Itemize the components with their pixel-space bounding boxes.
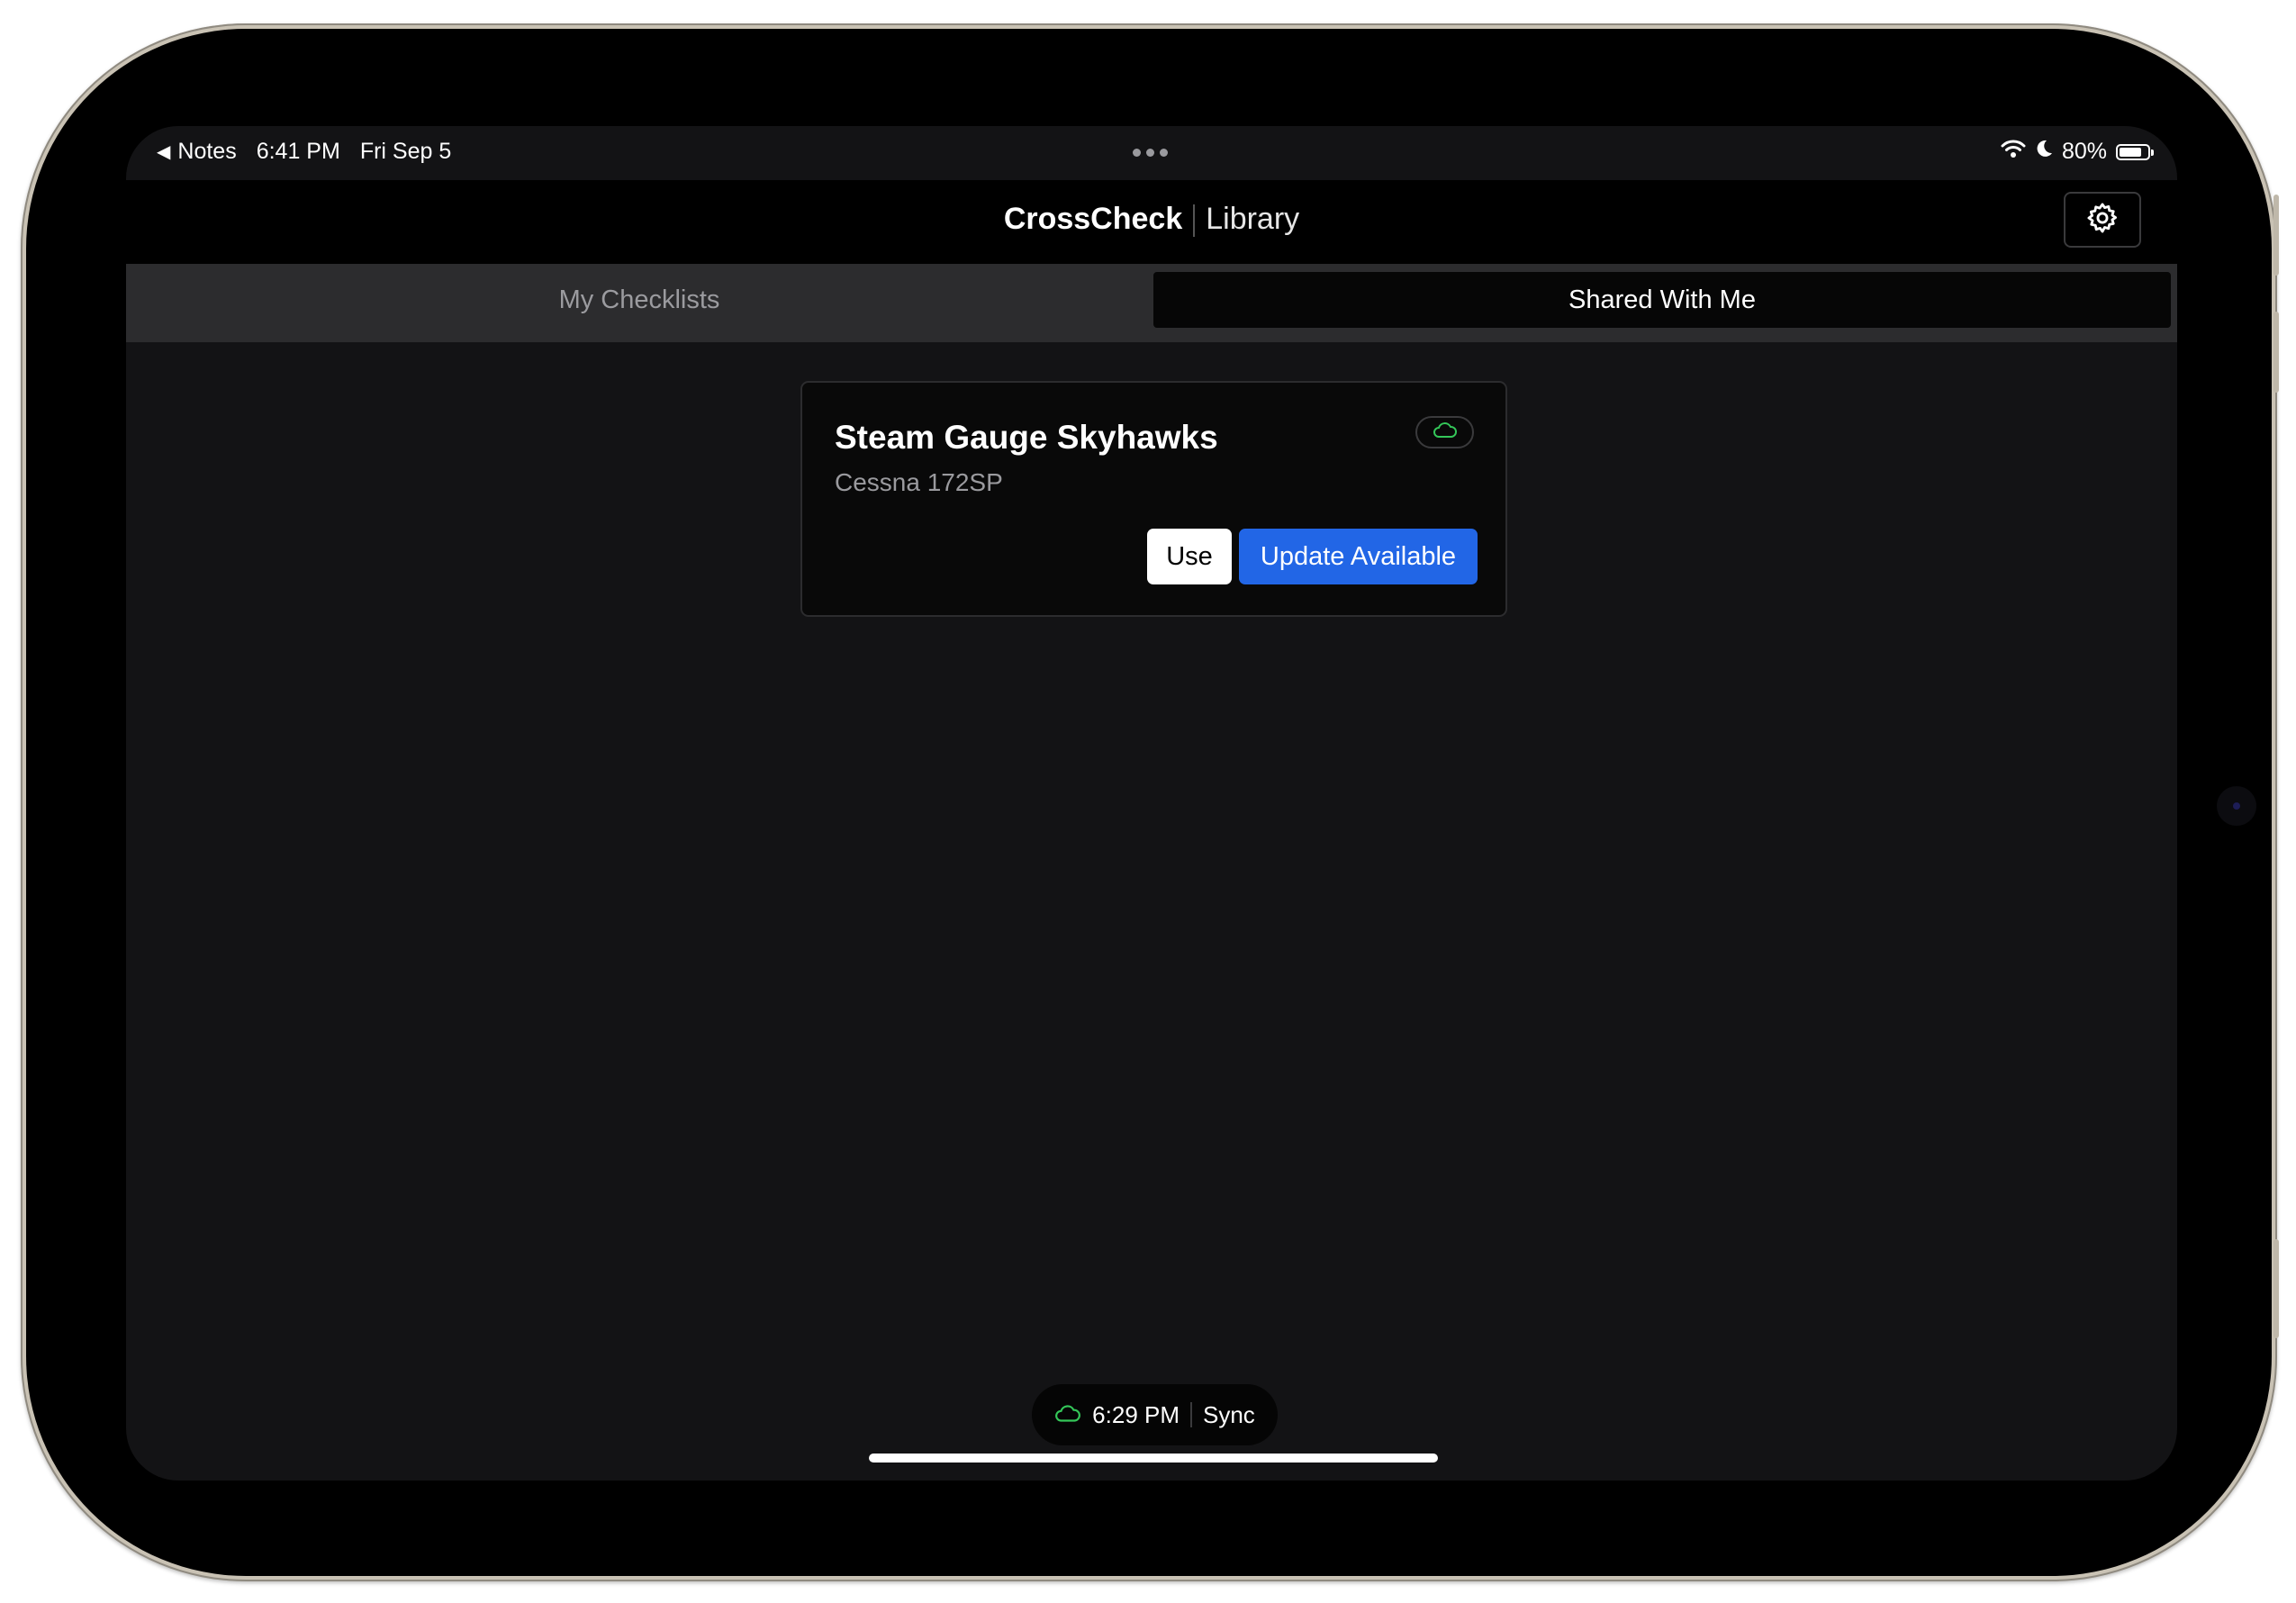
volume-button xyxy=(2273,195,2279,276)
back-to-app-link[interactable]: Notes xyxy=(177,139,236,165)
navigation-bar: CrossCheck Library xyxy=(126,180,2177,264)
battery-icon xyxy=(2116,143,2154,160)
sync-button[interactable]: Sync xyxy=(1203,1401,1255,1429)
sync-status-bar: 6:29 PM Sync xyxy=(1032,1384,1278,1445)
cloud-icon xyxy=(1433,421,1458,443)
segmented-tabs: My Checklists Shared With Me xyxy=(126,264,2177,342)
status-date: Fri Sep 5 xyxy=(359,139,452,164)
power-button xyxy=(2273,1239,2279,1338)
battery-percent: 80% xyxy=(2061,139,2107,164)
tab-shared-with-me[interactable]: Shared With Me xyxy=(1153,272,2171,328)
checklist-card: Steam Gauge Skyhawks Cessna 172SP Use Up… xyxy=(800,381,1507,617)
status-time: 6:41 PM xyxy=(256,139,340,164)
app-brand: CrossCheck xyxy=(1003,202,1183,236)
screen: ◀ Notes 6:41 PM Fri Sep 5 80% CrossCheck… xyxy=(126,126,2177,1481)
update-available-button[interactable]: Update Available xyxy=(1239,529,1478,584)
status-bar: ◀ Notes 6:41 PM Fri Sep 5 80% xyxy=(126,126,2177,180)
volume-button xyxy=(2273,312,2279,393)
section-title: Library xyxy=(1206,202,1300,236)
multitasking-dots-icon[interactable] xyxy=(1133,149,1168,157)
checklist-title: Steam Gauge Skyhawks xyxy=(835,419,1218,456)
last-sync-time: 6:29 PM xyxy=(1092,1400,1180,1428)
cloud-icon xyxy=(1054,1401,1081,1429)
gear-icon xyxy=(2085,201,2120,240)
checklist-aircraft: Cessna 172SP xyxy=(835,468,1003,496)
page-title: CrossCheck Library xyxy=(126,202,2177,238)
cloud-status-badge xyxy=(1415,416,1474,448)
settings-button[interactable] xyxy=(2064,192,2141,248)
use-button[interactable]: Use xyxy=(1147,529,1232,584)
sync-divider xyxy=(1190,1402,1192,1427)
title-divider xyxy=(1193,204,1196,238)
tab-my-checklists[interactable]: My Checklists xyxy=(126,272,1153,328)
back-arrow-icon[interactable]: ◀ xyxy=(157,140,170,163)
home-indicator[interactable] xyxy=(869,1454,1438,1463)
moon-icon xyxy=(2035,139,2053,165)
wifi-icon xyxy=(2001,139,2026,165)
camera xyxy=(2217,786,2256,826)
